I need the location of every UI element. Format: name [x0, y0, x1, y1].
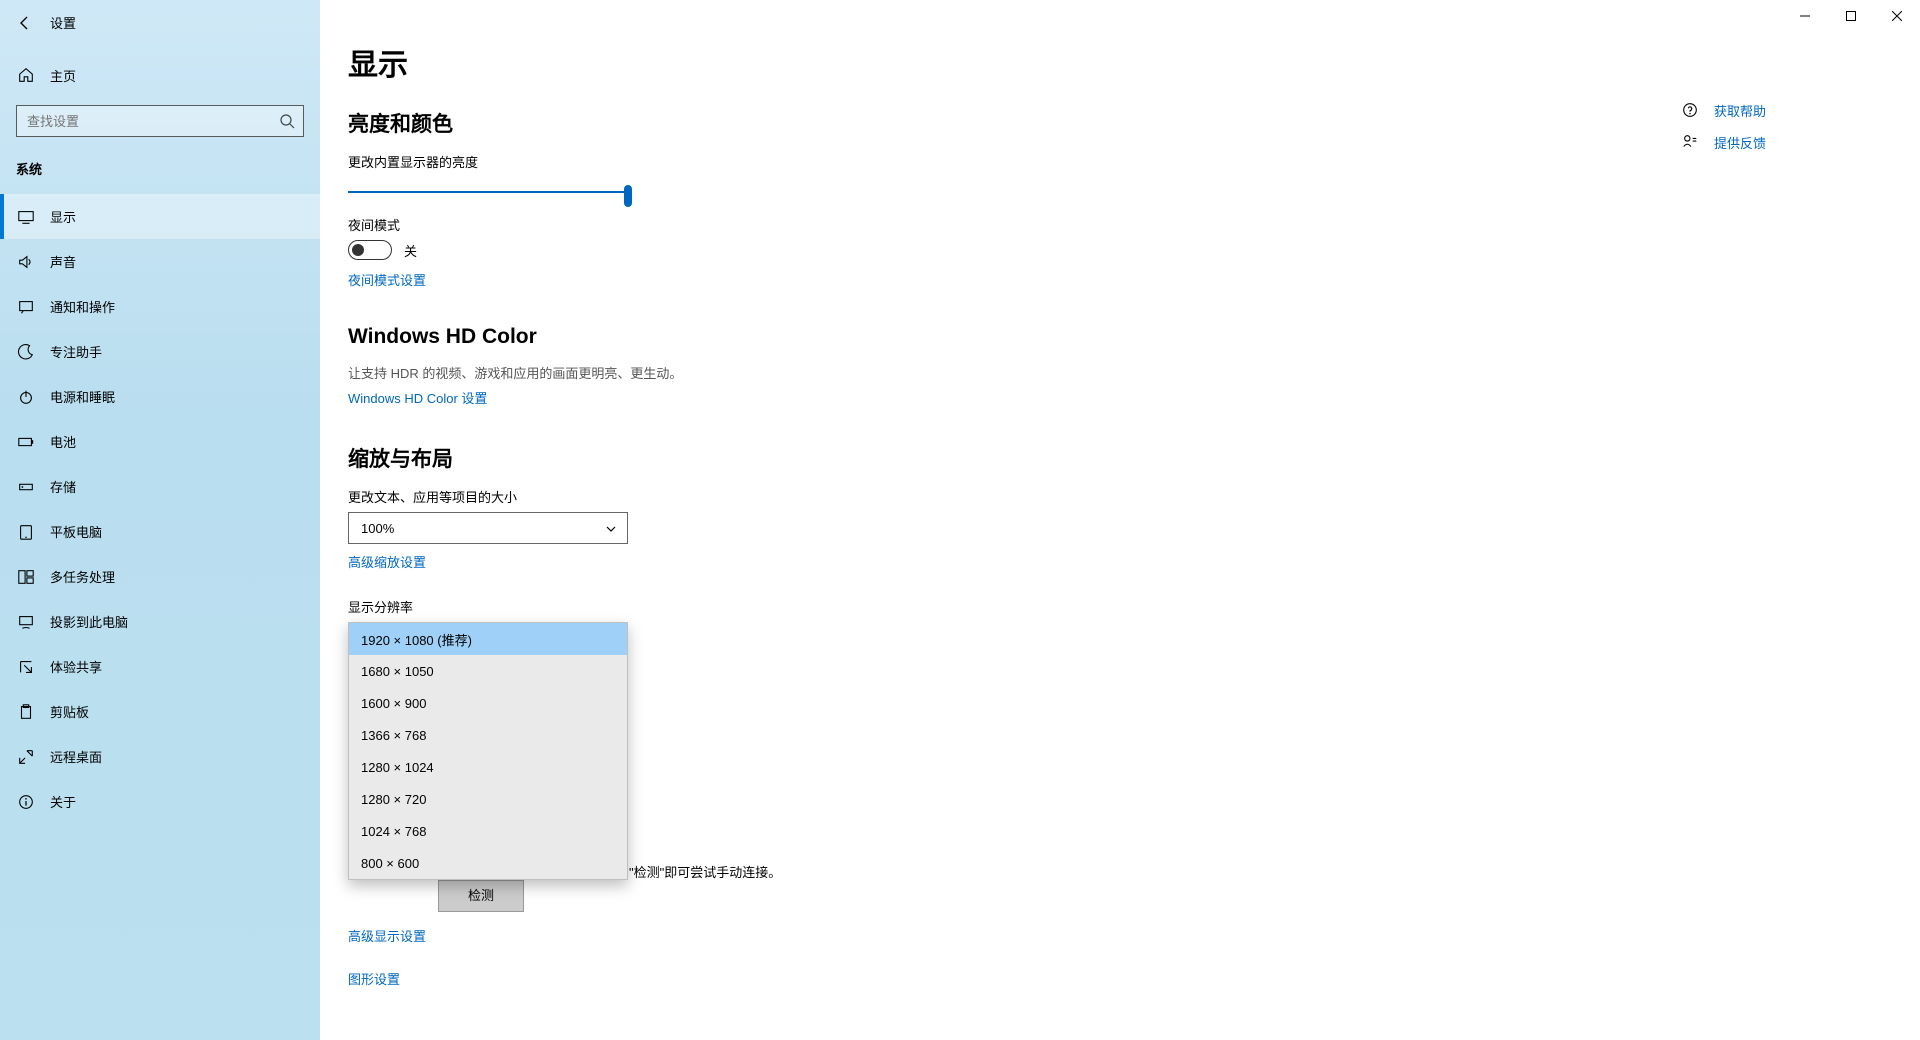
- slider-track: [348, 191, 628, 193]
- sidebar-item-multitasking[interactable]: 多任务处理: [0, 554, 320, 599]
- sidebar-nav: 显示 声音 通知和操作 专注助手 电源和睡眠 电池: [0, 194, 320, 824]
- info-icon: [16, 792, 36, 812]
- brightness-slider[interactable]: [348, 177, 628, 207]
- sidebar-item-label: 平板电脑: [50, 522, 102, 541]
- sidebar-group-system: 系统: [0, 159, 320, 178]
- sidebar-item-label: 电源和睡眠: [50, 387, 115, 406]
- sidebar-item-battery[interactable]: 电池: [0, 419, 320, 464]
- sound-icon: [16, 252, 36, 272]
- multitask-icon: [16, 567, 36, 587]
- section-scale: 缩放与布局 更改文本、应用等项目的大小 100% 高级缩放设置 显示分辨率 "检…: [348, 443, 1920, 988]
- sidebar-item-label: 多任务处理: [50, 567, 115, 586]
- feedback-icon: [1680, 132, 1700, 152]
- power-icon: [16, 387, 36, 407]
- project-icon: [16, 612, 36, 632]
- night-light-toggle[interactable]: [348, 240, 392, 260]
- sidebar-item-label: 显示: [50, 207, 76, 226]
- chevron-down-icon: [605, 523, 617, 535]
- night-light-state: 关: [404, 241, 417, 260]
- share-icon: [16, 657, 36, 677]
- sidebar-item-projecting[interactable]: 投影到此电脑: [0, 599, 320, 644]
- night-light-settings-link[interactable]: 夜间模式设置: [348, 270, 426, 289]
- resolution-option[interactable]: 800 × 600: [349, 847, 627, 879]
- tablet-icon: [16, 522, 36, 542]
- toggle-knob: [352, 244, 364, 256]
- section-hdcolor: Windows HD Color 让支持 HDR 的视频、游戏和应用的画面更明亮…: [348, 325, 1920, 407]
- resolution-option[interactable]: 1280 × 1024: [349, 751, 627, 783]
- resolution-option[interactable]: 1920 × 1080 (推荐): [349, 623, 627, 655]
- search-box[interactable]: [16, 105, 304, 137]
- hdcolor-link[interactable]: Windows HD Color 设置: [348, 388, 487, 407]
- sidebar-item-sound[interactable]: 声音: [0, 239, 320, 284]
- sidebar-item-storage[interactable]: 存储: [0, 464, 320, 509]
- storage-icon: [16, 477, 36, 497]
- resolution-dropdown[interactable]: 1920 × 1080 (推荐)1680 × 10501600 × 900136…: [348, 622, 628, 880]
- app-title: 设置: [50, 13, 76, 32]
- scale-combo-value: 100%: [361, 521, 394, 536]
- sidebar-item-label: 存储: [50, 477, 76, 496]
- sidebar-item-label: 声音: [50, 252, 76, 271]
- get-help-label: 获取帮助: [1714, 101, 1766, 120]
- display-icon: [16, 207, 36, 227]
- sidebar-item-power[interactable]: 电源和睡眠: [0, 374, 320, 419]
- get-help-link[interactable]: 获取帮助: [1680, 100, 1880, 120]
- sidebar-item-focus[interactable]: 专注助手: [0, 329, 320, 374]
- home-button[interactable]: 主页: [0, 53, 320, 97]
- scale-combo[interactable]: 100%: [348, 512, 628, 544]
- sidebar-item-clipboard[interactable]: 剪贴板: [0, 689, 320, 734]
- night-light-label: 夜间模式: [348, 215, 1920, 234]
- give-feedback-label: 提供反馈: [1714, 133, 1766, 152]
- advanced-scale-link[interactable]: 高级缩放设置: [348, 552, 426, 571]
- sidebar-item-label: 远程桌面: [50, 747, 102, 766]
- sidebar-item-tablet[interactable]: 平板电脑: [0, 509, 320, 554]
- right-sidebar: 获取帮助 提供反馈: [1680, 100, 1880, 164]
- home-icon: [16, 65, 36, 85]
- detect-button[interactable]: 检测: [438, 880, 524, 912]
- sidebar-item-display[interactable]: 显示: [0, 194, 320, 239]
- moon-icon: [16, 342, 36, 362]
- resolution-option[interactable]: 1024 × 768: [349, 815, 627, 847]
- resolution-option[interactable]: 1680 × 1050: [349, 655, 627, 687]
- give-feedback-link[interactable]: 提供反馈: [1680, 132, 1880, 152]
- help-icon: [1680, 100, 1700, 120]
- sidebar-item-label: 通知和操作: [50, 297, 115, 316]
- detect-hint-tail: "检测"即可尝试手动连接。: [629, 862, 781, 881]
- scale-label: 更改文本、应用等项目的大小: [348, 487, 1920, 506]
- resolution-option[interactable]: 1280 × 720: [349, 783, 627, 815]
- graphics-settings-link[interactable]: 图形设置: [348, 969, 400, 988]
- sidebar-item-notifications[interactable]: 通知和操作: [0, 284, 320, 329]
- remote-icon: [16, 747, 36, 767]
- sidebar-item-label: 投影到此电脑: [50, 612, 128, 631]
- hdcolor-heading: Windows HD Color: [348, 325, 1920, 349]
- battery-icon: [16, 432, 36, 452]
- sidebar-item-remote[interactable]: 远程桌面: [0, 734, 320, 779]
- resolution-label: 显示分辨率: [348, 597, 1920, 616]
- sidebar-item-about[interactable]: 关于: [0, 779, 320, 824]
- sidebar-item-label: 剪贴板: [50, 702, 89, 721]
- scale-heading: 缩放与布局: [348, 443, 1920, 473]
- sidebar-item-label: 体验共享: [50, 657, 102, 676]
- search-icon: [279, 113, 295, 129]
- sidebar-item-label: 电池: [50, 432, 76, 451]
- sidebar: 设置 主页 系统 显示 声音 通知和操作: [0, 0, 320, 1040]
- sidebar-item-label: 专注助手: [50, 342, 102, 361]
- notifications-icon: [16, 297, 36, 317]
- back-button[interactable]: [10, 8, 40, 38]
- advanced-display-link[interactable]: 高级显示设置: [348, 926, 426, 945]
- resolution-option[interactable]: 1600 × 900: [349, 687, 627, 719]
- clipboard-icon: [16, 702, 36, 722]
- page-title: 显示: [348, 40, 1920, 84]
- sidebar-item-label: 关于: [50, 792, 76, 811]
- resolution-option[interactable]: 1366 × 768: [349, 719, 627, 751]
- hdcolor-desc: 让支持 HDR 的视频、游戏和应用的画面更明亮、更生动。: [348, 363, 1920, 382]
- search-input[interactable]: [17, 106, 303, 136]
- slider-thumb[interactable]: [624, 185, 632, 207]
- sidebar-item-shared[interactable]: 体验共享: [0, 644, 320, 689]
- home-label: 主页: [50, 66, 76, 85]
